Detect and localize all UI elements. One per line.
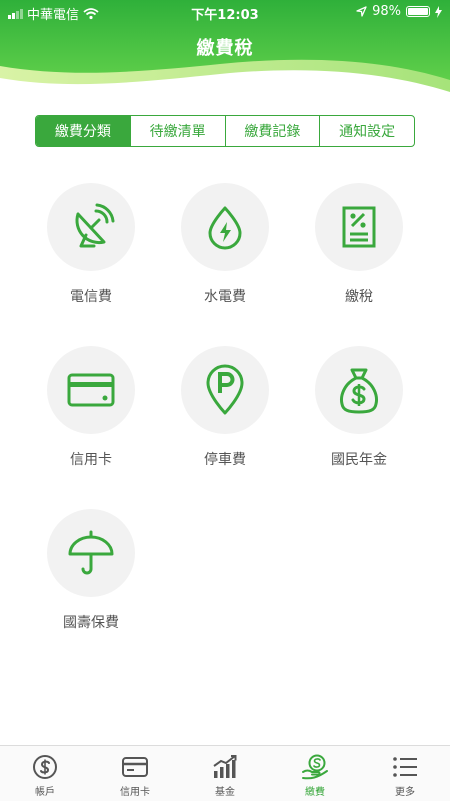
tabbar-item-account[interactable]: 帳戶 — [0, 746, 90, 801]
chart-growth-icon — [213, 755, 237, 778]
money-bag-icon — [340, 368, 378, 414]
category-credit-card[interactable]: 信用卡 — [24, 346, 158, 469]
tab-payment-category[interactable]: 繳費分類 — [36, 116, 130, 146]
bottom-tab-bar: 帳戶 信用卡 基金 繳費 更多 — [0, 745, 450, 801]
status-bar: 中華電信 下午12:03 98% — [0, 0, 450, 24]
pay-hand-icon — [302, 754, 328, 780]
card-icon — [122, 757, 148, 777]
tabbar-item-credit-card[interactable]: 信用卡 — [90, 746, 180, 801]
location-arrow-icon — [356, 6, 367, 17]
category-icon-circle — [181, 183, 269, 271]
category-icon-circle — [315, 346, 403, 434]
category-insurance-premium[interactable]: 國壽保費 — [24, 509, 158, 632]
tabbar-item-payment[interactable]: 繳費 — [270, 746, 360, 801]
tab-pending-list[interactable]: 待繳清單 — [129, 116, 225, 146]
tab-notification-settings[interactable]: 通知設定 — [319, 116, 414, 146]
battery-icon — [406, 6, 430, 17]
header: 中華電信 下午12:03 98% 繳費稅 — [0, 0, 450, 100]
charging-icon — [435, 5, 442, 18]
tab-payment-records[interactable]: 繳費記錄 — [224, 116, 320, 146]
battery-percent: 98% — [372, 4, 401, 19]
dollar-circle-icon — [33, 755, 57, 779]
category-national-pension[interactable]: 國民年金 — [292, 346, 426, 469]
list-menu-icon — [393, 757, 417, 777]
tax-document-icon — [342, 206, 376, 248]
tabbar-item-more[interactable]: 更多 — [360, 746, 450, 801]
tabbar-label: 繳費 — [305, 787, 325, 798]
category-label: 電信費 — [70, 289, 112, 305]
tabbar-label: 帳戶 — [35, 787, 55, 798]
parking-pin-icon — [206, 364, 244, 415]
category-label: 水電費 — [204, 289, 246, 305]
page-title: 繳費稅 — [196, 38, 254, 59]
water-drop-bolt-icon — [208, 206, 242, 250]
category-telecom[interactable]: 電信費 — [24, 183, 158, 306]
category-icon-circle — [181, 346, 269, 434]
satellite-dish-icon — [75, 203, 115, 248]
category-label: 國民年金 — [331, 452, 387, 468]
category-label: 信用卡 — [70, 452, 112, 468]
category-icon-circle — [47, 509, 135, 597]
category-label: 繳稅 — [345, 289, 373, 305]
category-label: 停車費 — [204, 452, 246, 468]
credit-card-icon — [67, 373, 115, 407]
category-tax[interactable]: 繳稅 — [292, 183, 426, 306]
category-parking[interactable]: 停車費 — [158, 346, 292, 469]
category-label: 國壽保費 — [63, 615, 119, 631]
category-utilities[interactable]: 水電費 — [158, 183, 292, 306]
umbrella-icon — [68, 530, 114, 575]
tabbar-label: 信用卡 — [120, 787, 150, 798]
category-icon-circle — [315, 183, 403, 271]
tabbar-item-fund[interactable]: 基金 — [180, 746, 270, 801]
category-icon-circle — [47, 183, 135, 271]
category-icon-circle — [47, 346, 135, 434]
segmented-control: 繳費分類 待繳清單 繳費記錄 通知設定 — [35, 115, 415, 147]
tabbar-label: 更多 — [395, 787, 415, 798]
tabbar-label: 基金 — [215, 787, 235, 798]
